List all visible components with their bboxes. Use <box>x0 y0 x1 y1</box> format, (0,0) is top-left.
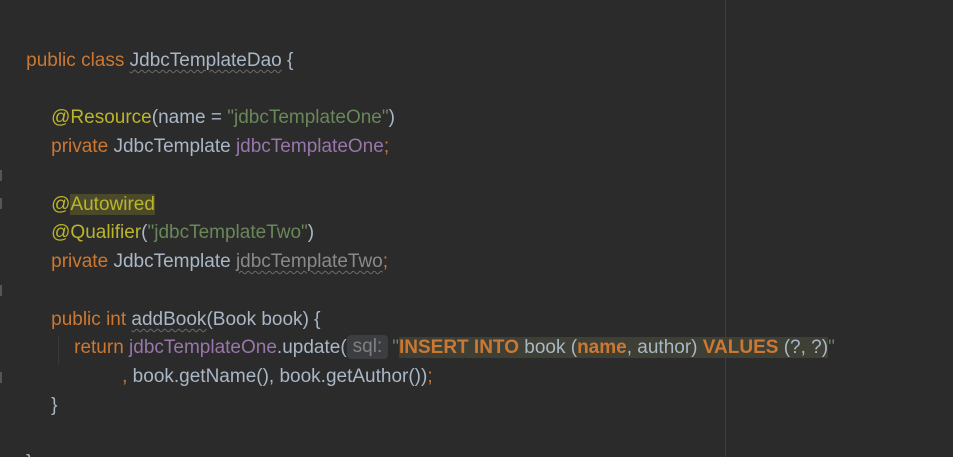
gutter-fold-marker[interactable] <box>0 170 2 181</box>
semicolon: ; <box>427 366 433 387</box>
code-line-class-close[interactable]: } <box>5 419 32 457</box>
keyword: public <box>26 50 76 71</box>
code-line-autowired-annotation[interactable]: @Autowired <box>30 161 155 215</box>
brace: } <box>26 452 32 457</box>
code-line-field-two[interactable]: private JdbcTemplate jdbcTemplateTwo; <box>30 218 388 272</box>
sql-column: name <box>577 337 627 358</box>
right-margin-guide <box>725 0 726 457</box>
type-name: JdbcTemplate <box>113 136 231 157</box>
keyword: private <box>51 251 109 272</box>
sql-params: (?, ?) <box>778 337 829 358</box>
code-line-field-one[interactable]: private JdbcTemplate jdbcTemplateOne; <box>30 103 389 157</box>
field-name-unused: jdbcTemplateTwo <box>235 251 383 272</box>
code-line-resource-annotation[interactable]: @Resource(name = "jdbcTemplateOne") <box>30 74 395 128</box>
sql-keyword: VALUES <box>702 337 779 358</box>
sql-comma: , <box>626 337 638 358</box>
code-line-qualifier-annotation[interactable]: @Qualifier("jdbcTemplateTwo") <box>30 189 314 243</box>
gutter-fold-marker[interactable] <box>0 198 2 209</box>
keyword: private <box>51 136 109 157</box>
sql-table: book ( <box>518 337 578 358</box>
code-line-arguments[interactable]: , book.getName(), book.getAuthor()); <box>101 333 432 387</box>
code-editor[interactable]: public class JdbcTemplateDao { @Resource… <box>0 0 953 457</box>
paren: ) <box>388 107 395 128</box>
code-line-class-declaration[interactable]: public class JdbcTemplateDao { <box>5 17 293 71</box>
semicolon: ; <box>382 251 389 272</box>
class-name: JdbcTemplateDao <box>129 50 282 71</box>
code-line-return-statement[interactable]: return jdbcTemplateOne.update(sql: "INSER… <box>53 304 835 359</box>
keyword: class <box>81 50 125 71</box>
semicolon: ; <box>383 136 390 157</box>
gutter-fold-marker[interactable] <box>0 372 2 383</box>
gutter-fold-marker[interactable] <box>0 285 2 296</box>
brace: } <box>51 395 58 416</box>
type-name: JdbcTemplate <box>113 251 231 272</box>
code-line-method-close[interactable]: } <box>30 362 57 416</box>
brace: { <box>287 50 294 71</box>
code-line-method-declaration[interactable]: public int addBook(Book book) { <box>30 276 320 330</box>
string-quote: " <box>828 337 835 358</box>
sql-column: author <box>637 337 692 358</box>
field-name: jdbcTemplateOne <box>235 136 384 157</box>
sql-paren: ) <box>691 337 703 358</box>
sql-injected-string[interactable]: INSERT INTO book (name, author) VALUES (… <box>398 337 829 358</box>
call-arguments: book.getName(), book.getAuthor()) <box>127 366 428 387</box>
